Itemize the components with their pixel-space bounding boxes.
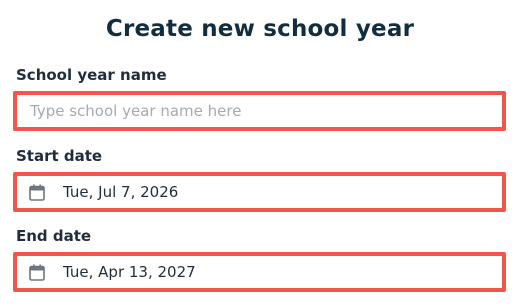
start-date-label: Start date [16,147,103,165]
end-date-value: Tue, Apr 13, 2027 [63,263,196,281]
page-title: Create new school year [105,16,415,42]
start-date-picker[interactable]: Tue, Jul 7, 2026 [13,172,506,212]
calendar-icon [26,181,48,203]
school-year-name-label: School year name [16,66,167,84]
create-school-year-form: Create new school year School year name … [0,0,520,307]
school-year-name-field-wrapper [13,91,506,131]
start-date-value: Tue, Jul 7, 2026 [63,183,179,201]
end-date-label: End date [16,227,92,245]
calendar-icon [26,261,48,283]
end-date-picker[interactable]: Tue, Apr 13, 2027 [13,252,506,292]
school-year-name-input[interactable] [17,95,502,127]
